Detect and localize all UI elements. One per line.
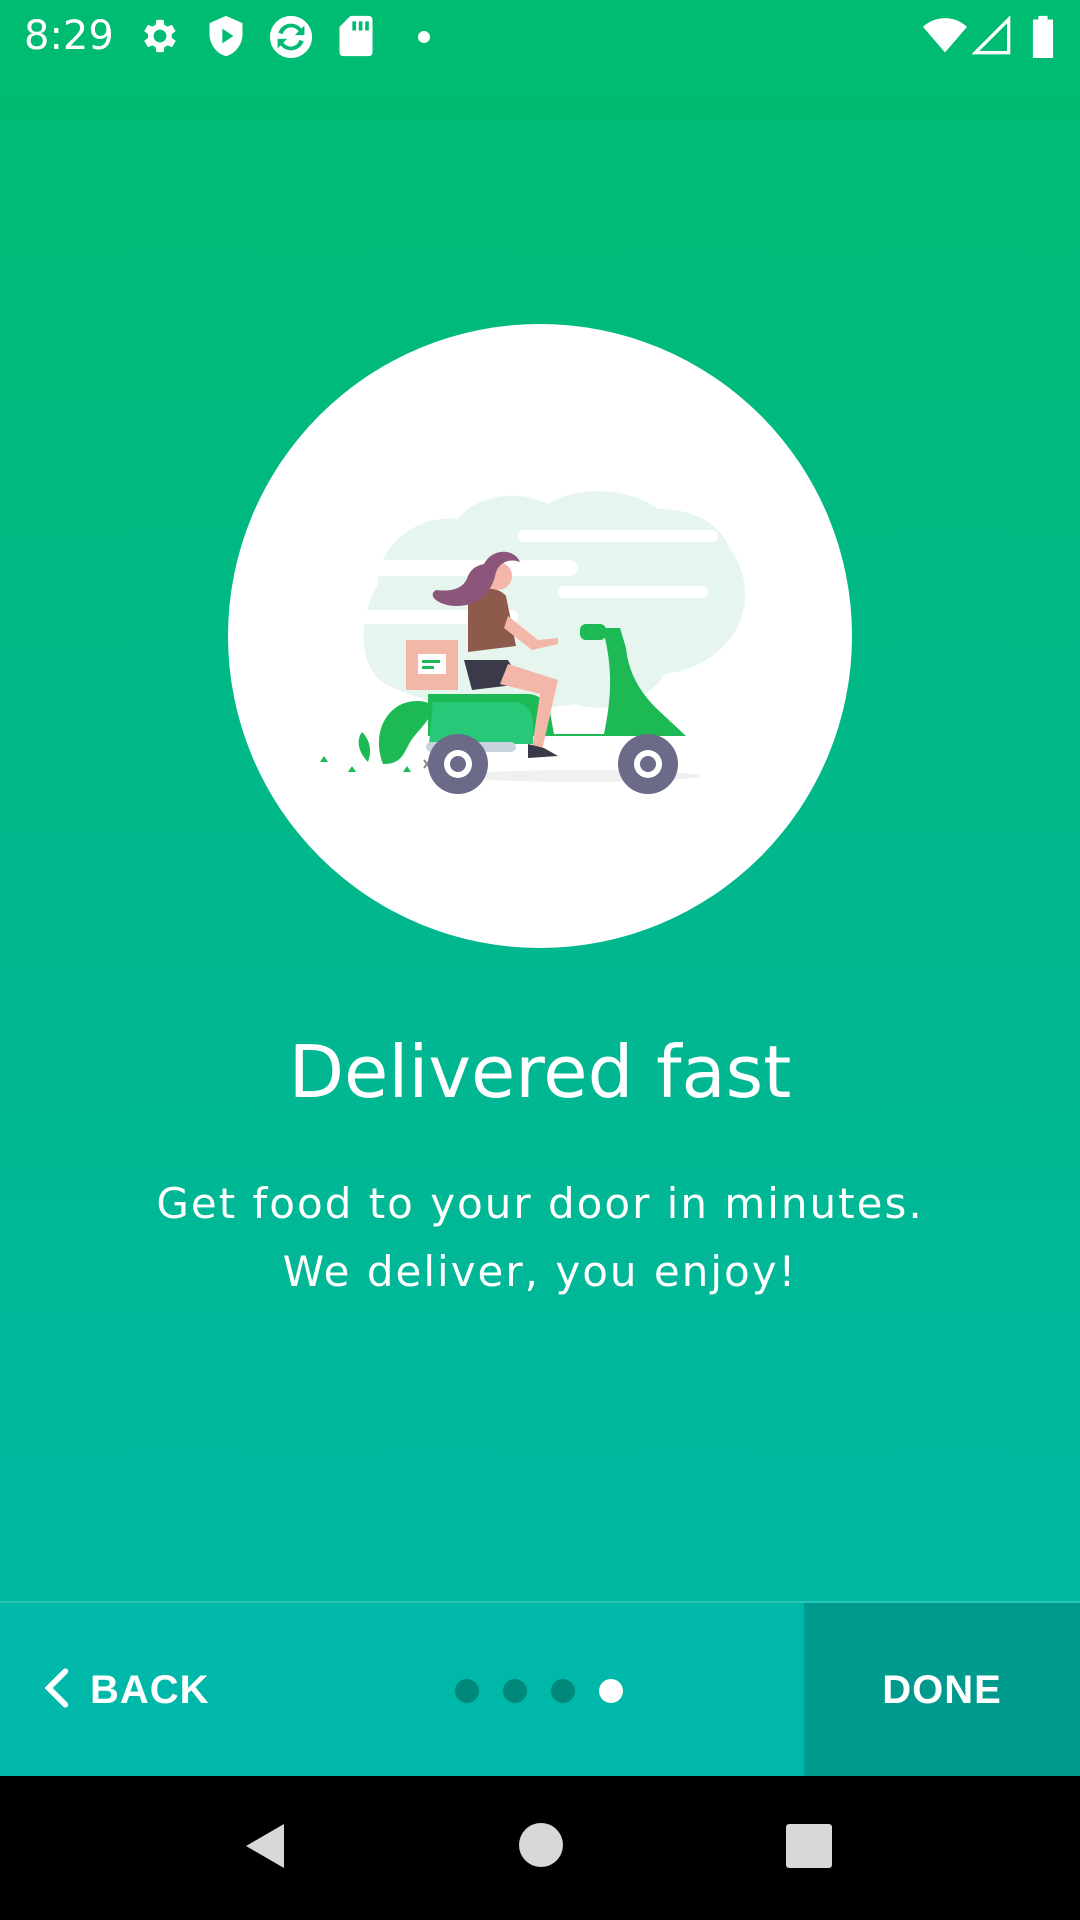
done-button[interactable]: DONE	[804, 1603, 1080, 1776]
sync-app-icon	[268, 14, 314, 65]
illustration-circle	[228, 324, 852, 948]
page-dot-3[interactable]	[551, 1679, 575, 1703]
back-triangle-icon[interactable]	[244, 1822, 288, 1875]
dot-icon	[418, 30, 430, 48]
wifi-icon	[922, 14, 968, 63]
cell-signal-icon	[971, 14, 1012, 63]
sd-card-icon	[336, 14, 376, 63]
status-time: 8:29	[24, 13, 114, 59]
slide-title: Delivered fast	[288, 1030, 792, 1114]
delivery-scooter-illustration	[288, 491, 746, 794]
recents-square-icon[interactable]	[786, 1824, 832, 1873]
system-navigation-bar	[0, 1776, 1080, 1920]
gear-icon	[138, 14, 182, 63]
page-dot-1[interactable]	[455, 1679, 479, 1703]
chevron-left-icon	[40, 1668, 74, 1713]
page-dot-2[interactable]	[503, 1679, 527, 1703]
home-circle-icon[interactable]	[518, 1822, 564, 1873]
battery-icon	[1030, 14, 1056, 63]
back-button[interactable]: BACK	[40, 1603, 240, 1776]
status-bar: 8:29	[0, 0, 1080, 72]
shield-play-icon	[204, 14, 248, 63]
slide-description: Get food to your door in minutes. We del…	[156, 1179, 924, 1296]
intro-controls-bar: BACK DONE	[0, 1601, 1080, 1776]
page-indicator	[455, 1679, 623, 1703]
back-button-label: BACK	[90, 1668, 210, 1712]
intro-screen: 8:29 Delivered fast Get food to your doo…	[0, 0, 1080, 1776]
page-dot-4-active[interactable]	[599, 1679, 623, 1703]
